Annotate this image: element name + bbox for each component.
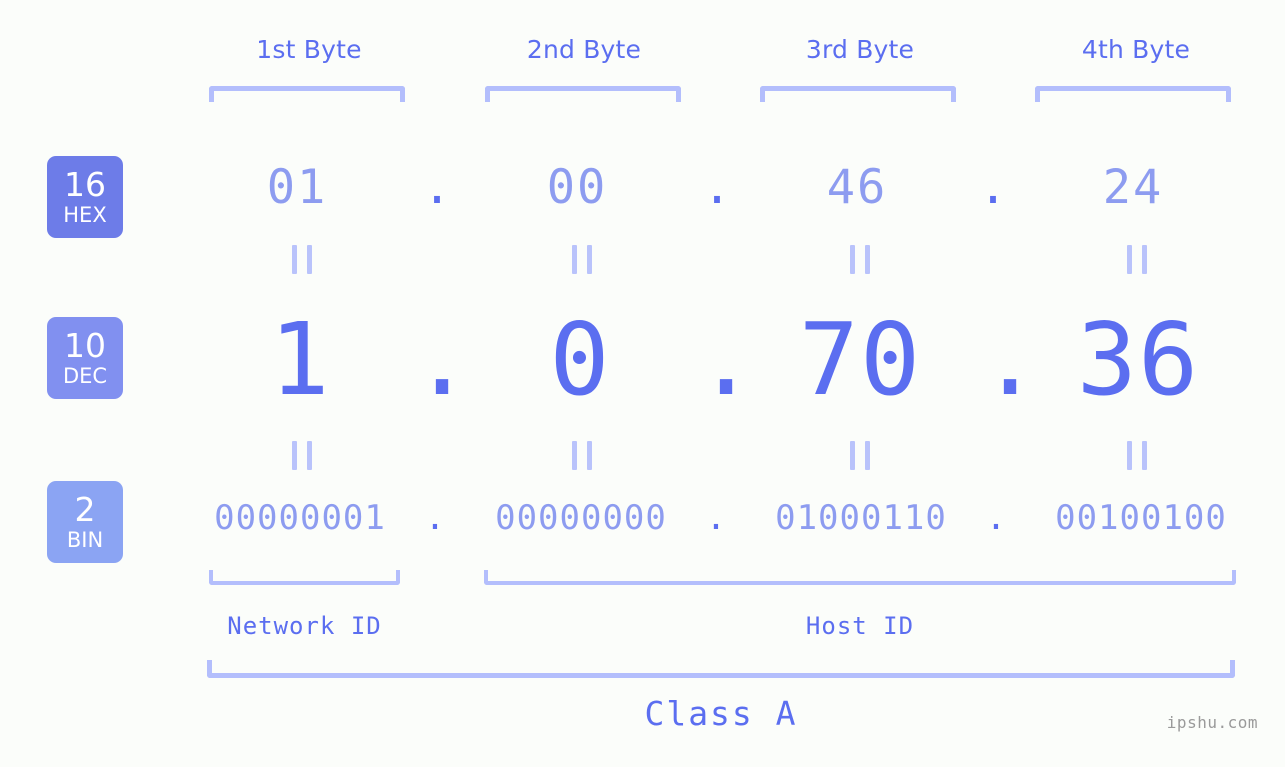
network-id-bracket: [209, 570, 400, 585]
network-id-label: Network ID: [227, 612, 382, 640]
equals-connector-hex-dec-3: [850, 245, 870, 274]
byte-bracket-1: [209, 86, 405, 102]
base-badge-bin-number: 2: [74, 489, 96, 529]
byte-label-2: 2nd Byte: [526, 35, 642, 64]
hex-value-1: 01: [266, 160, 328, 215]
byte-label-3: 3rd Byte: [805, 35, 915, 64]
equals-connector-hex-dec-2: [572, 245, 592, 274]
byte-label-1: 1st Byte: [256, 35, 362, 64]
equals-connector-dec-bin-3: [850, 441, 870, 470]
byte-label-4: 4th Byte: [1081, 35, 1191, 64]
hex-separator-2: .: [702, 160, 732, 215]
dec-value-2: 0: [549, 301, 611, 418]
dec-separator-2: .: [696, 301, 757, 418]
equals-connector-hex-dec-4: [1127, 245, 1147, 274]
equals-connector-dec-bin-1: [292, 441, 312, 470]
bin-separator-3: .: [985, 498, 1007, 538]
class-bracket: [207, 660, 1235, 678]
class-label: Class A: [644, 694, 798, 733]
base-badge-dec-name: DEC: [62, 363, 108, 388]
dec-value-4: 36: [1076, 301, 1200, 418]
dec-value-3: 70: [798, 301, 922, 418]
base-badge-dec-number: 10: [64, 325, 106, 365]
host-id-bracket: [484, 570, 1236, 585]
equals-connector-dec-bin-4: [1127, 441, 1147, 470]
dec-value-1: 1: [269, 301, 331, 418]
host-id-label: Host ID: [805, 612, 915, 640]
bin-separator-1: .: [424, 498, 446, 538]
byte-bracket-4: [1035, 86, 1231, 102]
bin-value-3: 01000110: [775, 498, 947, 538]
bin-value-2: 00000000: [495, 498, 667, 538]
equals-connector-hex-dec-1: [292, 245, 312, 274]
bin-value-1: 00000001: [214, 498, 386, 538]
byte-bracket-3: [760, 86, 956, 102]
hex-value-4: 24: [1102, 160, 1164, 215]
base-badge-hex-number: 16: [64, 164, 106, 204]
byte-bracket-2: [485, 86, 681, 102]
base-badge-dec: 10 DEC: [47, 317, 123, 399]
hex-separator-3: .: [978, 160, 1008, 215]
base-badge-bin-name: BIN: [66, 527, 104, 552]
hex-value-3: 46: [826, 160, 888, 215]
equals-connector-dec-bin-2: [572, 441, 592, 470]
dec-separator-3: .: [980, 301, 1041, 418]
ip-address-breakdown-diagram: 1st Byte 2nd Byte 3rd Byte 4th Byte 16 H…: [0, 0, 1285, 767]
dec-separator-1: .: [412, 301, 473, 418]
base-badge-hex-name: HEX: [63, 202, 107, 227]
bin-value-4: 00100100: [1055, 498, 1227, 538]
base-badge-bin: 2 BIN: [47, 481, 123, 563]
hex-value-2: 00: [546, 160, 608, 215]
hex-separator-1: .: [422, 160, 452, 215]
bin-separator-2: .: [705, 498, 727, 538]
watermark: ipshu.com: [1166, 713, 1258, 732]
base-badge-hex: 16 HEX: [47, 156, 123, 238]
